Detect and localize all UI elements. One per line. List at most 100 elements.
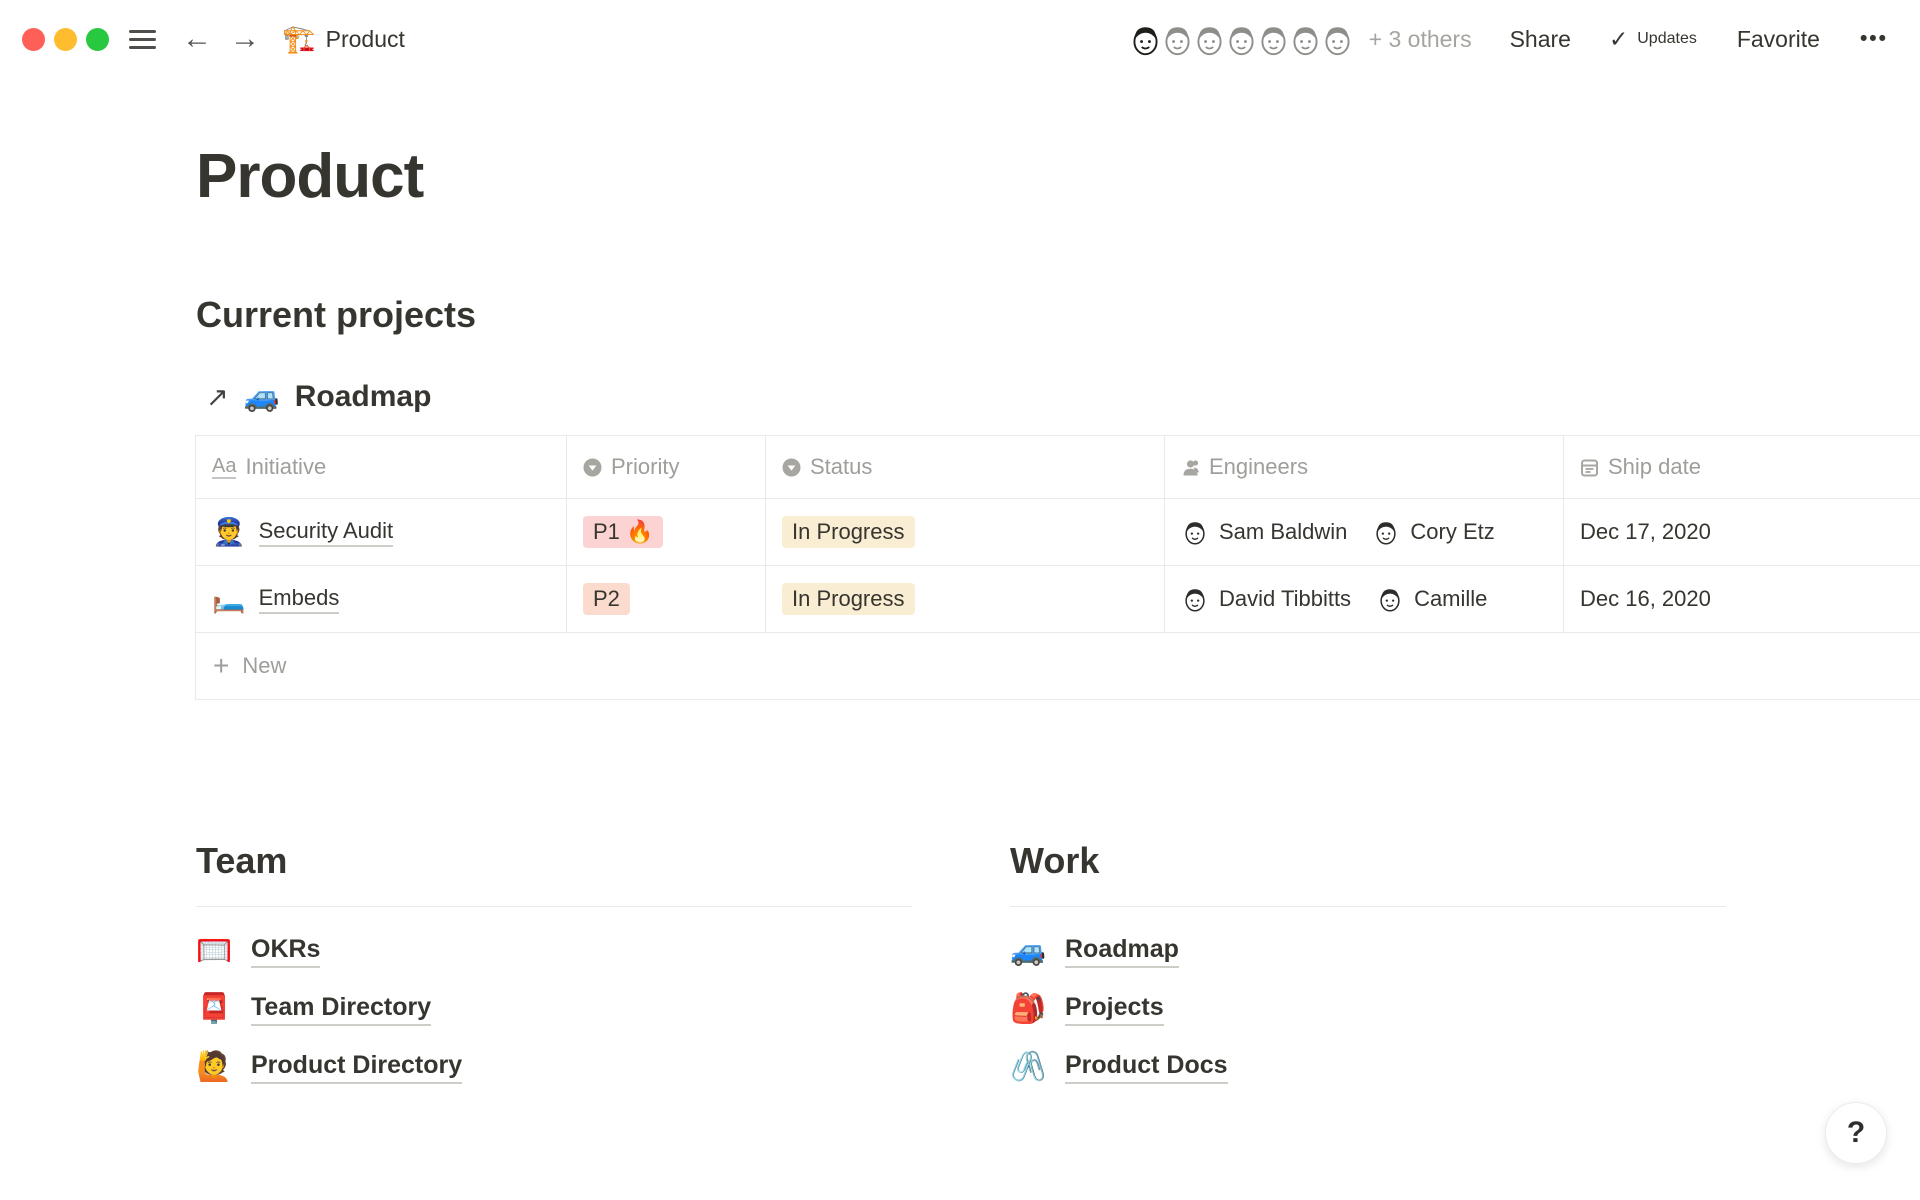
postbox-emoji: 📮 [196,995,234,1024]
page-content: Product Current projects ↗ 🚙 Roadmap Aa … [0,78,1920,1109]
work-heading: Work [1010,840,1726,882]
favorite-button[interactable]: Favorite [1737,26,1820,53]
status-cell[interactable]: In Progress [766,499,1165,565]
initiative-cell[interactable]: 👮 Security Audit [196,499,567,565]
column-label: Priority [611,454,679,480]
engineer-name: Sam Baldwin [1219,519,1347,545]
updates-button[interactable]: ✓ Updates [1609,26,1697,53]
engineer-name: David Tibbitts [1219,586,1351,612]
bed-emoji: 🛏️ [212,586,246,613]
roadmap-page-link[interactable]: 🚙 Roadmap [1010,935,1179,968]
product-directory-page-link[interactable]: 🙋 Product Directory [196,1051,462,1084]
status-badge: In Progress [782,583,915,615]
plus-icon: + [213,652,229,680]
more-collaborators-label[interactable]: + 3 others [1369,26,1472,53]
column-header-priority[interactable]: Priority [567,436,766,498]
link-label: Product Directory [251,1051,462,1084]
northeast-arrow-icon: ↗ [206,382,229,413]
engineer-name: Cory Etz [1410,519,1494,545]
link-label: Team Directory [251,993,431,1026]
help-button[interactable]: ? [1825,1102,1887,1164]
engineers-cell[interactable]: David Tibbitts Camille [1165,566,1564,632]
column-label: Initiative [245,454,326,480]
link-label: Projects [1065,993,1164,1026]
table-row: 👮 Security Audit P1 🔥 In Progress Sam Ba… [196,499,1920,566]
page-crane-emoji: 🏗️ [282,26,316,53]
ship-date-cell[interactable]: Dec 16, 2020 [1564,566,1920,632]
status-badge: In Progress [782,516,915,548]
column-label: Status [810,454,872,480]
projects-table: Aa Initiative Priority Status Engineers … [195,435,1920,700]
engineer-name: Camille [1414,586,1487,612]
initiative-link[interactable]: Security Audit [259,518,394,547]
select-property-icon [782,458,801,477]
breadcrumb-page-title: Product [326,26,405,53]
car-emoji: 🚙 [244,383,280,412]
column-label: Engineers [1209,454,1308,480]
table-row: 🛏️ Embeds P2 In Progress David Tibbitts … [196,566,1920,633]
priority-badge: P1 🔥 [583,516,663,548]
column-header-initiative[interactable]: Aa Initiative [196,436,567,498]
police-officer-emoji: 👮 [212,519,246,546]
engineer-avatar [1181,518,1209,546]
car-emoji: 🚙 [1010,937,1048,966]
traffic-lights [22,28,109,51]
minimize-window-button[interactable] [54,28,77,51]
window-titlebar: ← → 🏗️ Product + 3 others Share ✓ Update… [0,0,1920,78]
column-label: Ship date [1608,454,1701,480]
priority-cell[interactable]: P2 [567,566,766,632]
new-row-label: New [242,653,286,679]
back-arrow-icon[interactable]: ← [182,24,212,54]
zoom-window-button[interactable] [86,28,109,51]
updates-label: Updates [1637,30,1697,48]
priority-badge: P2 [583,583,630,615]
collaborator-avatar[interactable] [1318,20,1357,59]
team-heading: Team [196,840,912,882]
roadmap-link-label: Roadmap [295,380,432,414]
engineer-avatar [1372,518,1400,546]
more-options-icon[interactable]: ••• [1860,27,1888,51]
team-directory-page-link[interactable]: 📮 Team Directory [196,993,431,1026]
link-label: Roadmap [1065,935,1179,968]
collaborator-avatars [1126,20,1357,59]
close-window-button[interactable] [22,28,45,51]
column-header-ship-date[interactable]: Ship date [1564,436,1920,498]
table-header-row: Aa Initiative Priority Status Engineers … [196,436,1920,499]
backpack-emoji: 🎒 [1010,995,1048,1024]
select-property-icon [583,458,602,477]
divider [1010,906,1726,907]
initiative-cell[interactable]: 🛏️ Embeds [196,566,567,632]
projects-page-link[interactable]: 🎒 Projects [1010,993,1164,1026]
ship-date-value: Dec 16, 2020 [1580,586,1711,612]
person-property-icon [1181,458,1200,477]
column-header-engineers[interactable]: Engineers [1165,436,1564,498]
engineer-avatar [1181,585,1209,613]
priority-cell[interactable]: P1 🔥 [567,499,766,565]
forward-arrow-icon[interactable]: → [230,24,260,54]
initiative-link[interactable]: Embeds [259,585,340,614]
current-projects-heading: Current projects [196,294,1920,336]
ship-date-cell[interactable]: Dec 17, 2020 [1564,499,1920,565]
team-section: Team 🥅 OKRs 📮 Team Directory 🙋 Product D… [196,840,912,1109]
page-title[interactable]: Product [196,140,1920,214]
product-docs-page-link[interactable]: 🖇️ Product Docs [1010,1051,1228,1084]
sidebar-menu-icon[interactable] [129,30,156,49]
check-icon: ✓ [1609,26,1628,53]
paperclips-emoji: 🖇️ [1010,1053,1048,1082]
new-row-button[interactable]: + New [196,633,1920,700]
okrs-page-link[interactable]: 🥅 OKRs [196,935,320,968]
breadcrumb[interactable]: 🏗️ Product [282,26,405,53]
raising-hand-emoji: 🙋 [196,1053,234,1082]
status-cell[interactable]: In Progress [766,566,1165,632]
engineer-avatar [1376,585,1404,613]
column-header-status[interactable]: Status [766,436,1165,498]
divider [196,906,912,907]
engineers-cell[interactable]: Sam Baldwin Cory Etz [1165,499,1564,565]
share-button[interactable]: Share [1510,26,1571,53]
roadmap-page-link[interactable]: ↗ 🚙 Roadmap [206,380,431,414]
ship-date-value: Dec 17, 2020 [1580,519,1711,545]
link-label: Product Docs [1065,1051,1228,1084]
calendar-property-icon [1580,458,1599,477]
work-section: Work 🚙 Roadmap 🎒 Projects 🖇️ Product Doc… [1010,840,1726,1109]
goal-net-emoji: 🥅 [196,937,234,966]
